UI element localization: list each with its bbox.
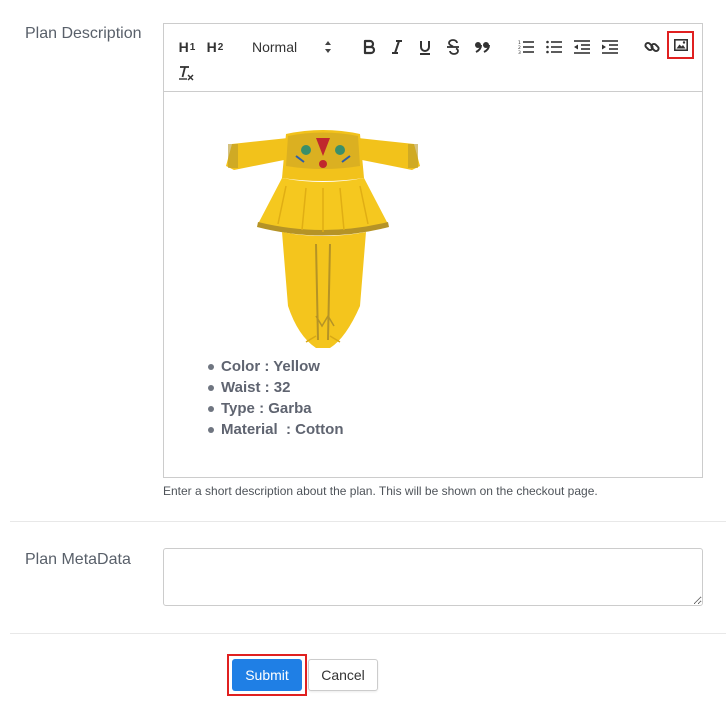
text-size-select[interactable]: Normal — [250, 35, 340, 59]
bullet-list-icon — [546, 40, 562, 54]
indent-button[interactable] — [600, 35, 620, 59]
blockquote-button[interactable] — [472, 35, 492, 59]
bullet-dot — [208, 384, 214, 391]
editor-toolbar: H1 H2 Normal 1 2 3 — [164, 24, 702, 92]
yellow-garba-dress-image — [226, 130, 420, 348]
blockquote-icon — [475, 42, 490, 53]
list-item: Type : Garba — [208, 398, 344, 419]
bold-button[interactable] — [360, 35, 378, 59]
cancel-button[interactable]: Cancel — [308, 659, 378, 691]
heading-1-sub: 1 — [189, 41, 196, 53]
strike-button[interactable] — [444, 35, 462, 59]
indent-icon — [602, 40, 618, 54]
description-editor[interactable]: H1 H2 Normal 1 2 3 Color: Yellow Waist … — [163, 23, 703, 478]
section-divider — [10, 633, 726, 634]
list-item-text: Material : Cotton — [221, 421, 344, 438]
image-icon — [673, 39, 688, 51]
list-item: Color : Yellow — [208, 356, 344, 377]
bullet-list-button[interactable] — [544, 35, 564, 59]
list-item: Waist : 32 — [208, 377, 344, 398]
list-item: Material : Cotton — [208, 419, 344, 440]
feature-list: Color : Yellow Waist : 32 Type : Garba M… — [208, 356, 344, 440]
heading-2-button[interactable]: H2 — [204, 35, 226, 59]
plan-metadata-label: Plan MetaData — [25, 551, 131, 568]
list-item-text: Color : Yellow — [221, 358, 320, 375]
svg-text:3: 3 — [518, 50, 521, 54]
section-divider — [10, 521, 726, 522]
italic-icon — [392, 40, 402, 54]
heading-1-button[interactable]: H1 — [176, 35, 198, 59]
bullet-dot — [208, 363, 214, 370]
italic-button[interactable] — [388, 35, 406, 59]
bold-icon — [363, 39, 376, 55]
outdent-button[interactable] — [572, 35, 592, 59]
submit-button[interactable]: Submit — [232, 659, 302, 691]
heading-1-label: H — [178, 39, 189, 55]
select-arrows-icon — [325, 41, 331, 53]
underline-icon — [420, 41, 430, 55]
heading-2-sub: 2 — [217, 41, 224, 53]
clear-format-icon — [179, 66, 194, 81]
ordered-list-icon: 1 2 3 — [518, 40, 534, 54]
plan-description-label: Plan Description — [25, 25, 142, 42]
list-item-text: Type : Garba — [221, 400, 312, 417]
list-item-text: Waist : 32 — [221, 379, 291, 396]
outdent-icon — [574, 40, 590, 54]
editor-content[interactable]: Color : Yellow Waist : 32 Type : Garba M… — [164, 92, 702, 477]
underline-button[interactable] — [416, 35, 434, 59]
plan-metadata-input[interactable] — [163, 548, 703, 606]
bullet-dot — [208, 426, 214, 433]
bullet-dot — [208, 405, 214, 412]
text-size-value: Normal — [252, 39, 298, 55]
link-button[interactable] — [642, 35, 662, 59]
submit-highlight: Submit — [227, 654, 307, 696]
strike-icon — [447, 39, 459, 55]
clear-format-button[interactable] — [176, 61, 196, 85]
link-icon — [644, 41, 660, 53]
heading-2-label: H — [206, 39, 217, 55]
ordered-list-button[interactable]: 1 2 3 — [516, 35, 536, 59]
description-help-text: Enter a short description about the plan… — [163, 484, 598, 498]
image-button[interactable] — [667, 31, 694, 59]
